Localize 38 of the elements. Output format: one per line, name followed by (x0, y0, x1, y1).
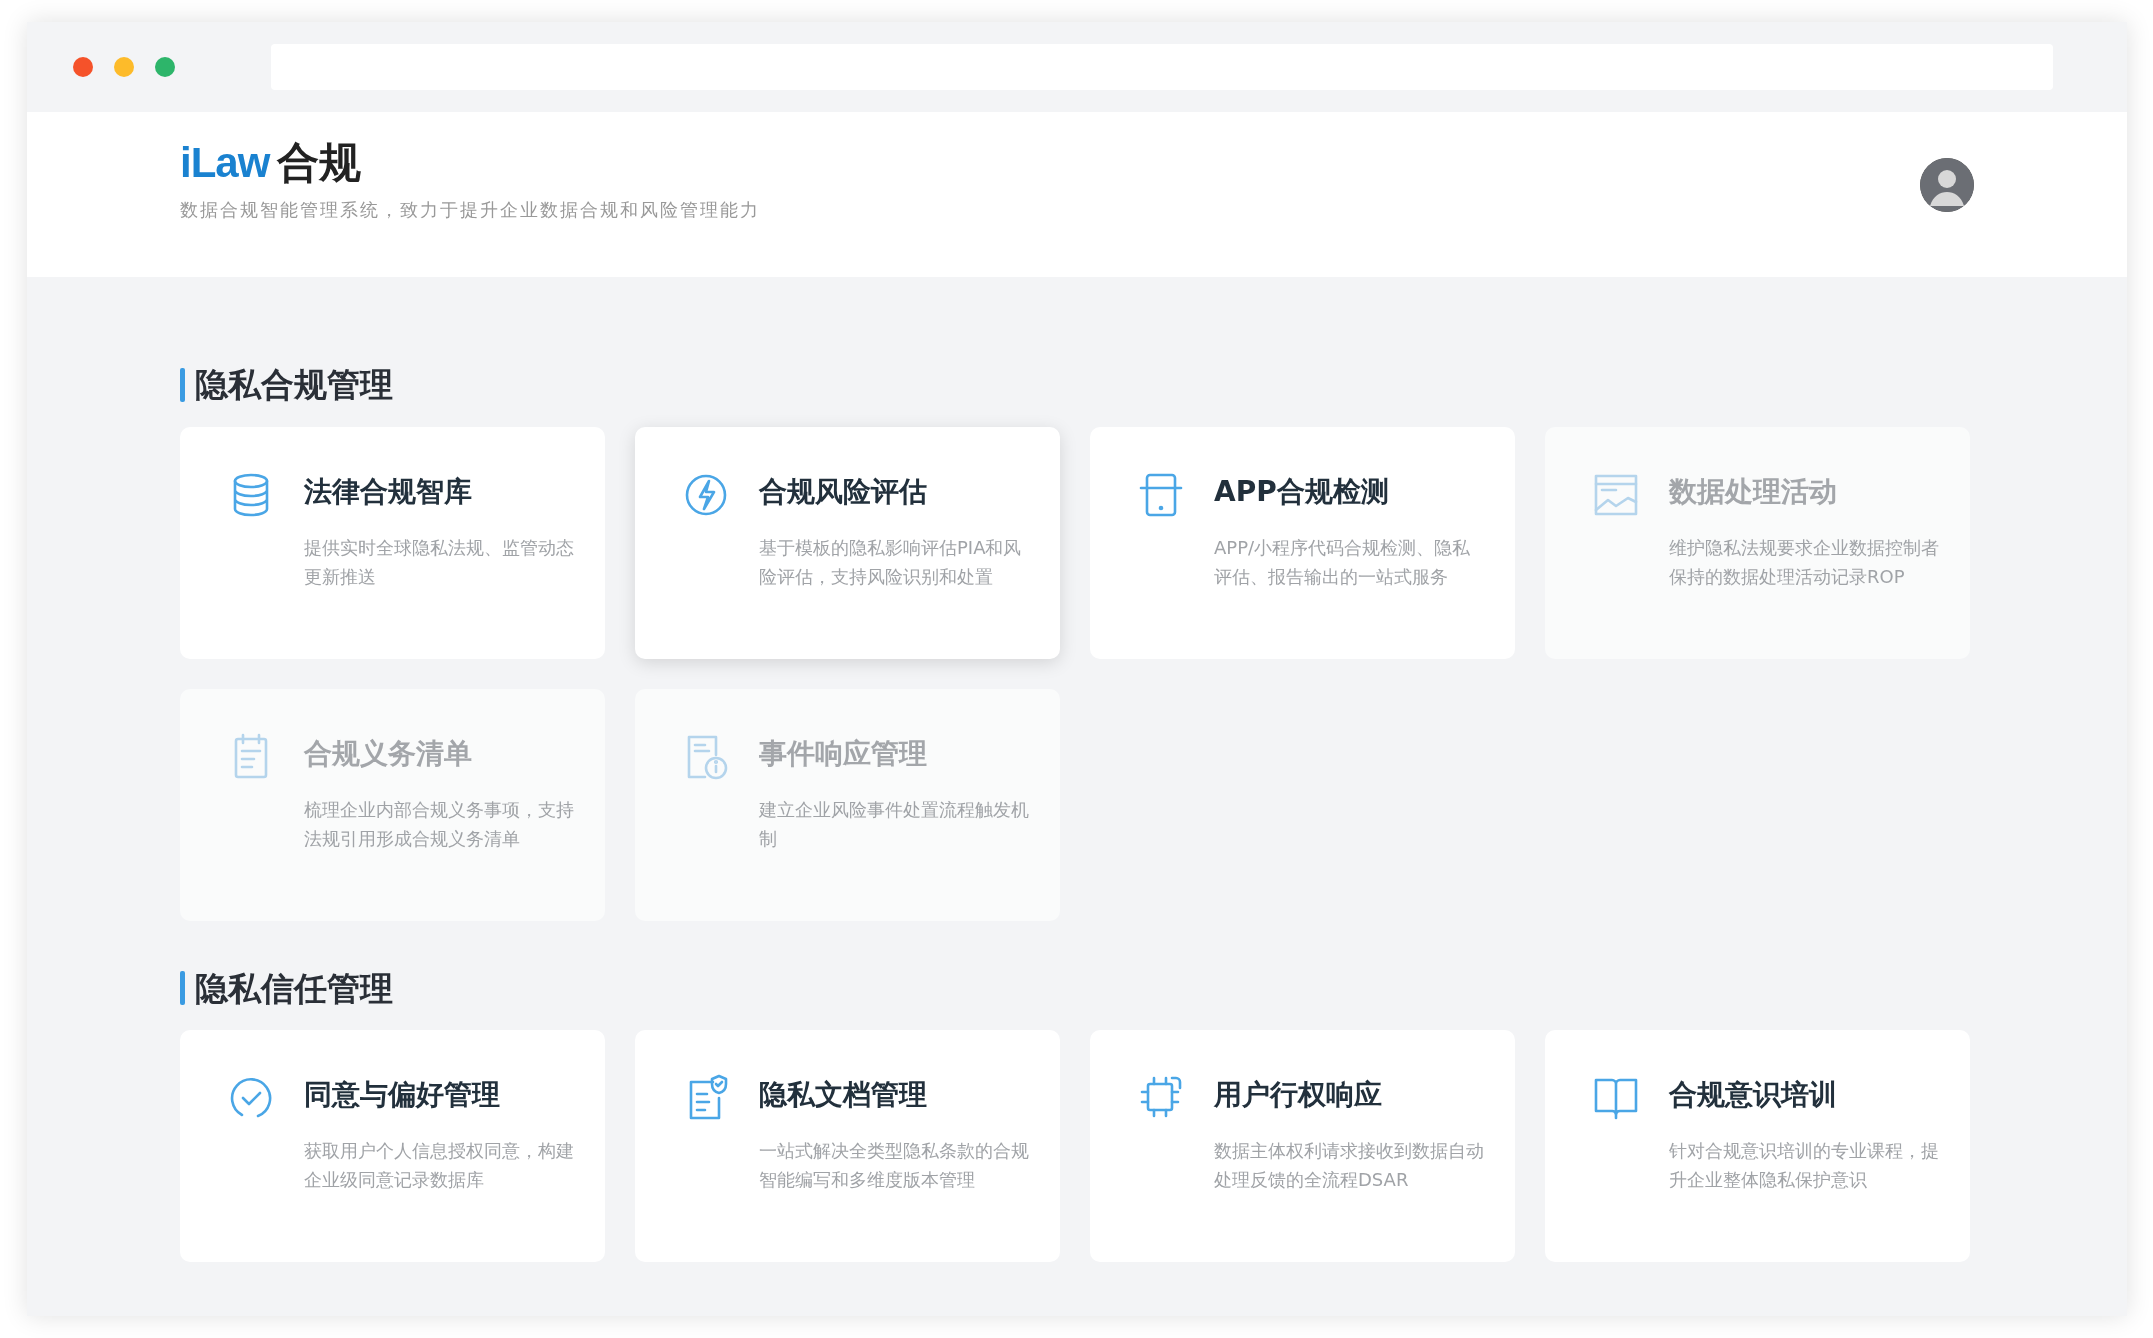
card-description: 数据主体权利请求接收到数据自动处理反馈的全流程DSAR (1214, 1139, 1485, 1193)
module-card[interactable]: 法律合规智库 提供实时全球隐私法规、监管动态更新推送 (180, 426, 605, 659)
avatar[interactable] (1920, 158, 1974, 212)
card-title: 合规义务清单 (304, 735, 473, 772)
module-card[interactable]: 合规意识培训 针对合规意识培训的专业课程，提升企业整体隐私保护意识 (1545, 1030, 1970, 1263)
card-description: 提供实时全球隐私法规、监管动态更新推送 (304, 535, 575, 589)
module-card[interactable]: APP合规检测 APP/小程序代码合规检测、隐私评估、报告输出的一站式服务 (1090, 426, 1515, 659)
card-title: 法律合规智库 (304, 473, 473, 510)
section-title: 隐私合规管理 (195, 365, 393, 405)
card-description: 基于模板的隐私影响评估PIA和风险评估，支持风险识别和处置 (759, 535, 1023, 589)
module-card[interactable]: 用户行权响应 数据主体权利请求接收到数据自动处理反馈的全流程DSAR (1090, 1030, 1515, 1263)
card-title: 合规风险评估 (759, 473, 928, 510)
card-title: 隐私文档管理 (759, 1077, 928, 1114)
section-title: 隐私信任管理 (195, 968, 393, 1009)
card-title: APP合规检测 (1214, 473, 1390, 510)
logo-brand: iLaw (180, 140, 270, 187)
card-title: 同意与偏好管理 (304, 1077, 501, 1114)
card-description: APP/小程序代码合规检测、隐私评估、报告输出的一站式服务 (1214, 535, 1472, 589)
module-card[interactable]: 同意与偏好管理 获取用户个人信息授权同意，构建企业级同意记录数据库 (180, 1030, 605, 1263)
maximize-window-dot[interactable] (155, 57, 175, 77)
module-card[interactable]: 合规风险评估 基于模板的隐私影响评估PIA和风险评估，支持风险识别和处置 (635, 426, 1060, 659)
card-description: 建立企业风险事件处置流程触发机制 (759, 797, 1030, 851)
card-description: 维护隐私法规要求企业数据控制者保持的数据处理活动记录ROP (1669, 535, 1940, 589)
logo-product-name: 合规 (277, 140, 362, 187)
section-accent-bar (180, 971, 185, 1006)
card-description: 获取用户个人信息授权同意，构建企业级同意记录数据库 (304, 1139, 575, 1193)
card-description: 一站式解决全类型隐私条款的合规智能编写和多维度版本管理 (759, 1139, 1030, 1193)
minimize-window-dot[interactable] (114, 57, 134, 77)
card-title: 合规意识培训 (1669, 1077, 1838, 1114)
module-card[interactable]: 隐私文档管理 一站式解决全类型隐私条款的合规智能编写和多维度版本管理 (635, 1030, 1060, 1263)
card-description: 针对合规意识培训的专业课程，提升企业整体隐私保护意识 (1669, 1139, 1940, 1193)
card-title: 用户行权响应 (1214, 1077, 1383, 1114)
tagline: 数据合规智能管理系统，致力于提升企业数据合规和风险管理能力 (180, 198, 760, 223)
close-window-dot[interactable] (73, 57, 93, 77)
card-title: 事件响应管理 (759, 735, 928, 772)
card-title: 数据处理活动 (1669, 473, 1838, 510)
section-accent-bar (180, 367, 185, 402)
card-description: 梳理企业内部合规义务事项，支持法规引用形成合规义务清单 (304, 797, 575, 851)
